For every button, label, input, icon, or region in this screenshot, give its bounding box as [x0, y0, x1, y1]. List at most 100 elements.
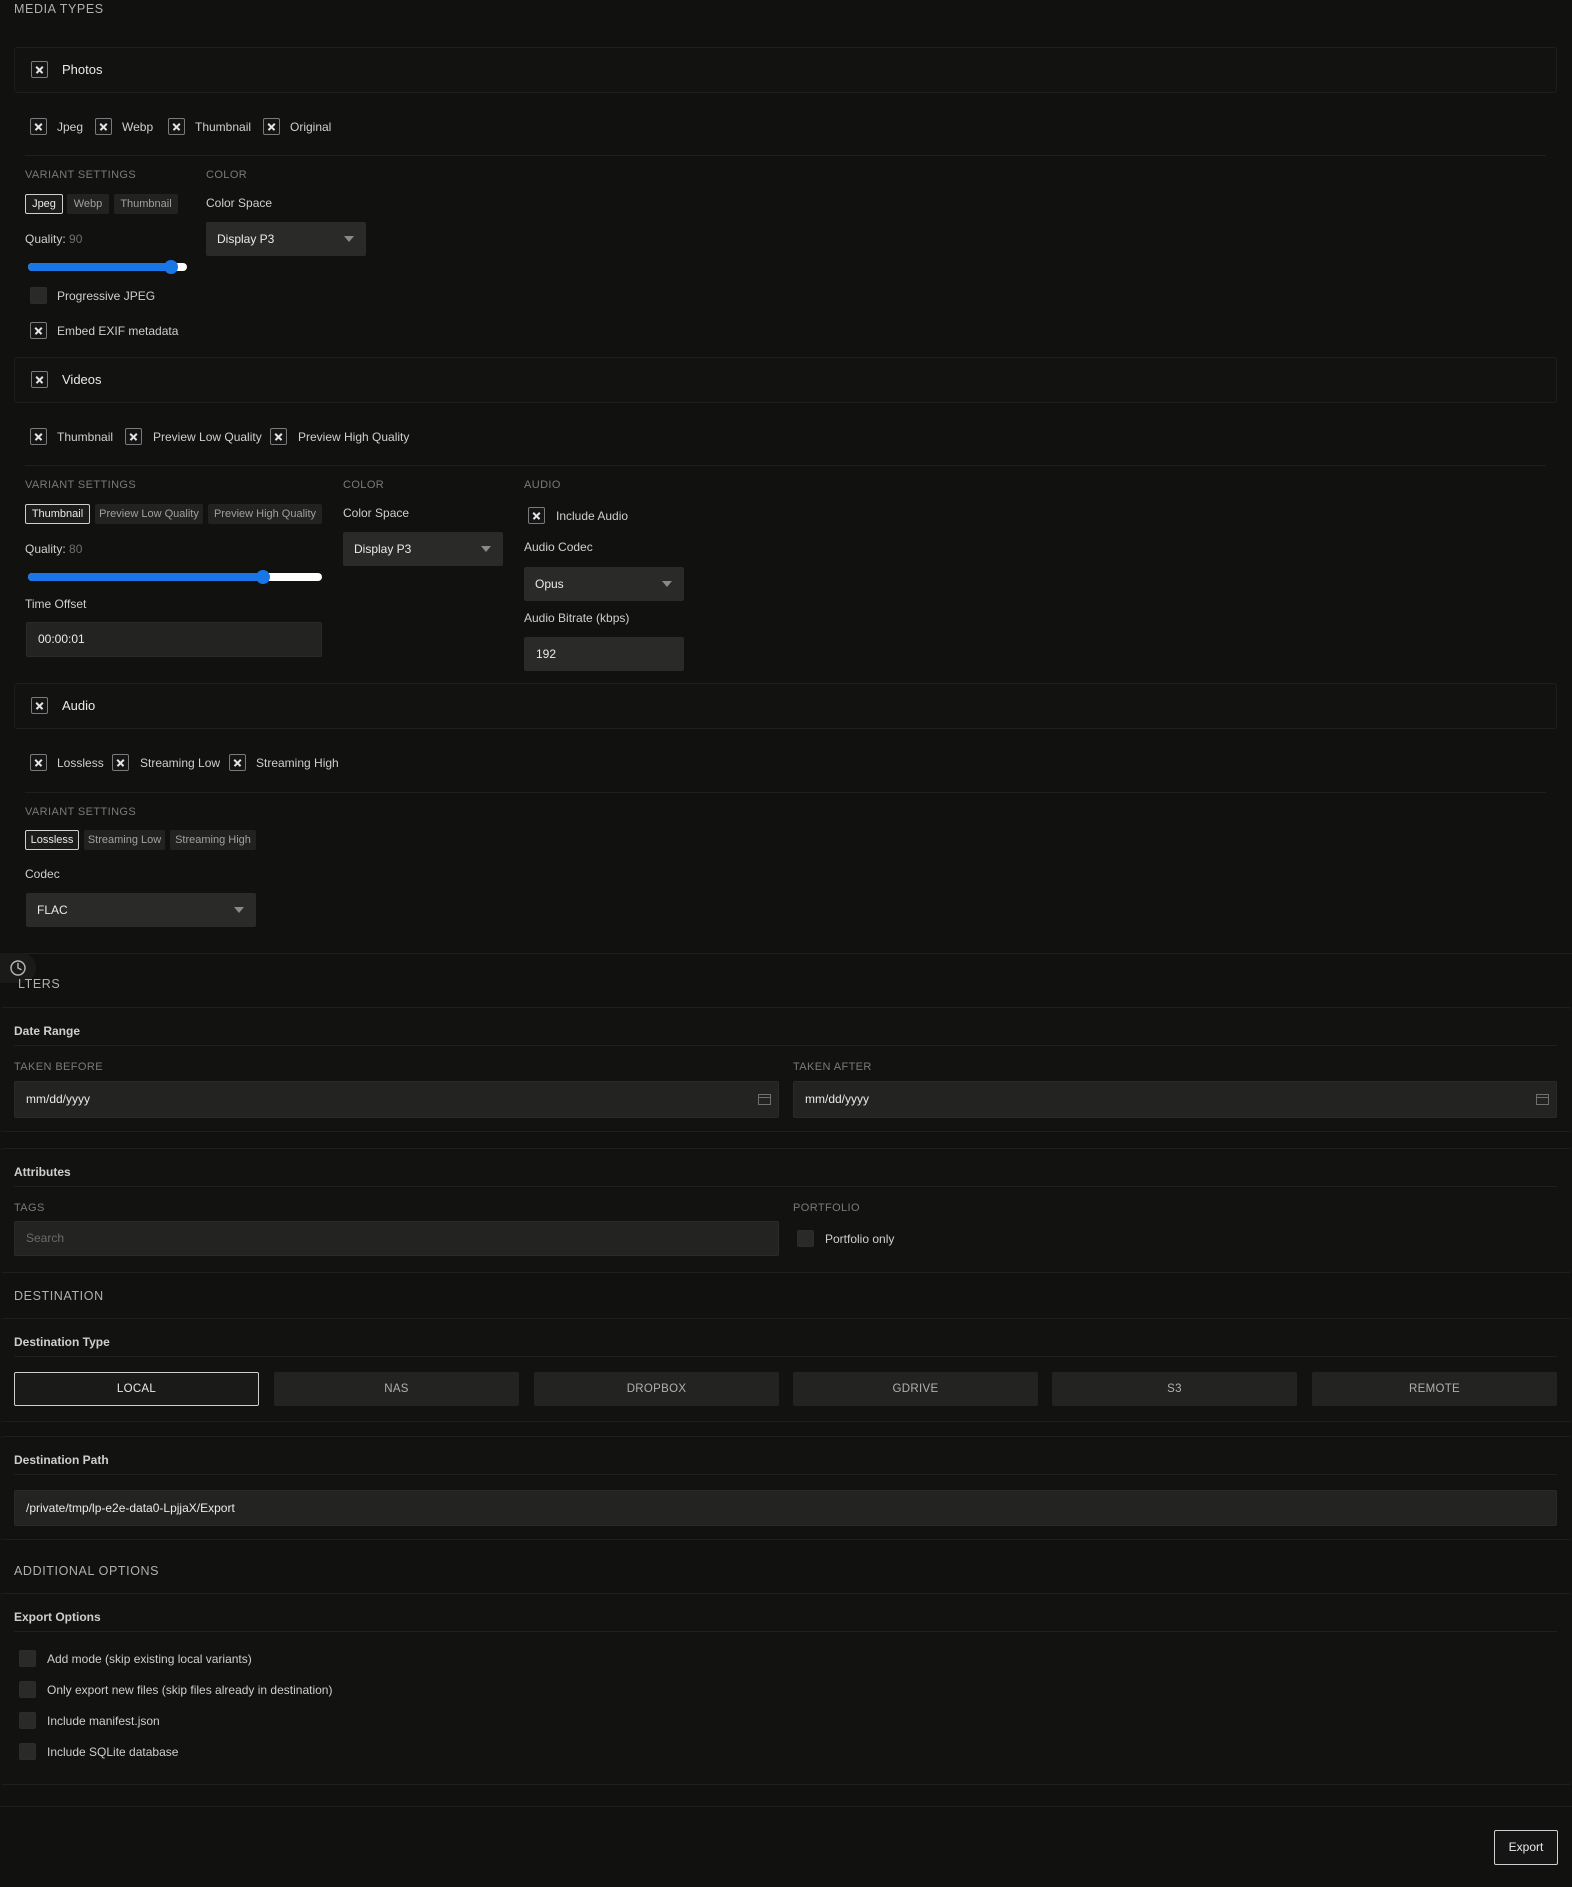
audio-tab-streaming-high[interactable]: Streaming High — [170, 830, 256, 850]
videos-header — [14, 357, 1557, 403]
photos-variant-thumbnail-checkbox[interactable] — [168, 118, 185, 135]
audio-codec-value: Opus — [535, 577, 564, 591]
embed-exif-checkbox[interactable] — [30, 322, 47, 339]
clock-icon — [10, 960, 26, 976]
audio-variant-streaming-low-label: Streaming Low — [140, 756, 221, 770]
audio-codec-lossless-select[interactable]: FLAC — [26, 893, 256, 927]
photos-variant-original-checkbox[interactable] — [263, 118, 280, 135]
export-options-title: Export Options — [14, 1610, 101, 1624]
photos-variant-webp-label: Webp — [122, 120, 154, 134]
videos-variant-preview-high-checkbox[interactable] — [270, 428, 287, 445]
videos-variant-thumbnail-label: Thumbnail — [57, 430, 114, 444]
photos-variant-original-label: Original — [290, 120, 332, 134]
photos-color-space-value: Display P3 — [217, 232, 275, 246]
audio-variant-streaming-low-checkbox[interactable] — [112, 754, 129, 771]
audio-variant-lossless-checkbox[interactable] — [30, 754, 47, 771]
photos-tab-jpeg[interactable]: Jpeg — [25, 194, 63, 214]
audio-codec-lossless-value: FLAC — [37, 903, 68, 917]
audio-codec-select[interactable]: Opus — [524, 567, 684, 601]
audio-tab-lossless[interactable]: Lossless — [25, 830, 79, 850]
videos-color-title: COLOR — [343, 479, 385, 491]
calendar-icon[interactable] — [758, 1093, 771, 1105]
videos-variant-thumbnail-checkbox[interactable] — [30, 428, 47, 445]
videos-quality-slider-knob[interactable] — [256, 570, 271, 584]
tags-search-input[interactable]: Search — [14, 1221, 779, 1256]
include-sqlite-checkbox[interactable] — [19, 1743, 36, 1760]
date-range-title: Date Range — [14, 1024, 81, 1038]
photos-quality-slider[interactable] — [28, 260, 187, 274]
destination-type-card — [0, 1318, 1572, 1422]
audio-header — [14, 683, 1557, 729]
videos-variant-preview-low-label: Preview Low Quality — [153, 430, 262, 444]
export-button[interactable]: Export — [1494, 1830, 1558, 1865]
destination-dropbox-button[interactable]: DROPBOX — [534, 1372, 779, 1406]
chevron-down-icon — [481, 546, 491, 552]
taken-before-label: TAKEN BEFORE — [14, 1061, 103, 1073]
include-manifest-checkbox[interactable] — [19, 1712, 36, 1729]
destination-remote-button[interactable]: REMOTE — [1312, 1372, 1557, 1406]
destination-local-button[interactable]: LOCAL — [14, 1372, 259, 1406]
audio-checkbox[interactable] — [31, 697, 48, 714]
videos-quality-slider[interactable] — [28, 570, 322, 584]
add-mode-label: Add mode (skip existing local variants) — [47, 1652, 252, 1666]
videos-variant-preview-low-checkbox[interactable] — [125, 428, 142, 445]
videos-audio-title: AUDIO — [524, 479, 561, 491]
calendar-icon[interactable] — [1536, 1093, 1549, 1105]
photos-variant-thumbnail-label: Thumbnail — [195, 120, 252, 134]
videos-tab-preview-high[interactable]: Preview High Quality — [208, 504, 322, 524]
photos-tab-webp[interactable]: Webp — [67, 194, 109, 214]
portfolio-only-label: Portfolio only — [825, 1232, 895, 1246]
photos-variant-jpeg-checkbox[interactable] — [30, 118, 47, 135]
time-offset-label: Time Offset — [25, 597, 87, 611]
audio-bitrate-input[interactable]: 192 — [524, 637, 684, 671]
include-sqlite-label: Include SQLite database — [47, 1745, 179, 1759]
photos-variant-webp-checkbox[interactable] — [95, 118, 112, 135]
destination-path-title: Destination Path — [14, 1453, 109, 1467]
audio-bitrate-label: Audio Bitrate (kbps) — [524, 611, 630, 625]
photos-variant-jpeg-label: Jpeg — [57, 120, 84, 134]
audio-codec-label: Audio Codec — [524, 540, 593, 554]
taken-after-label: TAKEN AFTER — [793, 1061, 872, 1073]
videos-label: Videos — [62, 372, 102, 387]
additional-options-title: ADDITIONAL OPTIONS — [14, 1564, 160, 1578]
photos-quality-slider-knob[interactable] — [164, 260, 179, 274]
portfolio-only-checkbox[interactable] — [797, 1230, 814, 1247]
include-manifest-label: Include manifest.json — [47, 1714, 160, 1728]
photos-color-title: COLOR — [206, 169, 248, 181]
audio-variant-settings-title: VARIANT SETTINGS — [25, 806, 137, 818]
add-mode-checkbox[interactable] — [19, 1650, 36, 1667]
only-new-files-label: Only export new files (skip files alread… — [47, 1683, 333, 1697]
destination-gdrive-button[interactable]: GDRIVE — [793, 1372, 1038, 1406]
include-audio-checkbox[interactable] — [528, 507, 545, 524]
videos-tab-thumbnail[interactable]: Thumbnail — [25, 504, 90, 524]
photos-tab-thumbnail[interactable]: Thumbnail — [114, 194, 178, 214]
audio-tab-streaming-low[interactable]: Streaming Low — [84, 830, 165, 850]
videos-color-space-label: Color Space — [343, 506, 410, 520]
include-audio-label: Include Audio — [556, 509, 629, 523]
taken-after-input[interactable]: mm/dd/yyyy — [793, 1081, 1557, 1118]
destination-path-input[interactable]: /private/tmp/lp-e2e-data0-LpjjaX/Export — [14, 1490, 1557, 1526]
only-new-files-checkbox[interactable] — [19, 1681, 36, 1698]
time-offset-input[interactable]: 00:00:01 — [26, 622, 322, 657]
photos-variant-settings-title: VARIANT SETTINGS — [25, 169, 137, 181]
photos-header — [14, 47, 1557, 93]
audio-variant-streaming-high-label: Streaming High — [256, 756, 339, 770]
destination-nas-button[interactable]: NAS — [274, 1372, 519, 1406]
photos-label: Photos — [62, 62, 103, 77]
progressive-jpeg-checkbox[interactable] — [30, 287, 47, 304]
videos-color-space-value: Display P3 — [354, 542, 412, 556]
photos-quality-label: Quality: 90 — [25, 232, 83, 246]
photos-checkbox[interactable] — [31, 61, 48, 78]
videos-color-space-select[interactable]: Display P3 — [343, 532, 503, 566]
audio-variant-lossless-label: Lossless — [57, 756, 104, 770]
attributes-title: Attributes — [14, 1165, 71, 1179]
audio-variant-streaming-high-checkbox[interactable] — [229, 754, 246, 771]
chevron-down-icon — [344, 236, 354, 242]
taken-before-input[interactable]: mm/dd/yyyy — [14, 1081, 779, 1118]
videos-tab-preview-low[interactable]: Preview Low Quality — [95, 504, 203, 524]
photos-color-space-select[interactable]: Display P3 — [206, 222, 366, 256]
videos-checkbox[interactable] — [31, 371, 48, 388]
chevron-down-icon — [662, 581, 672, 587]
progressive-jpeg-label: Progressive JPEG — [57, 289, 156, 303]
destination-s3-button[interactable]: S3 — [1052, 1372, 1297, 1406]
